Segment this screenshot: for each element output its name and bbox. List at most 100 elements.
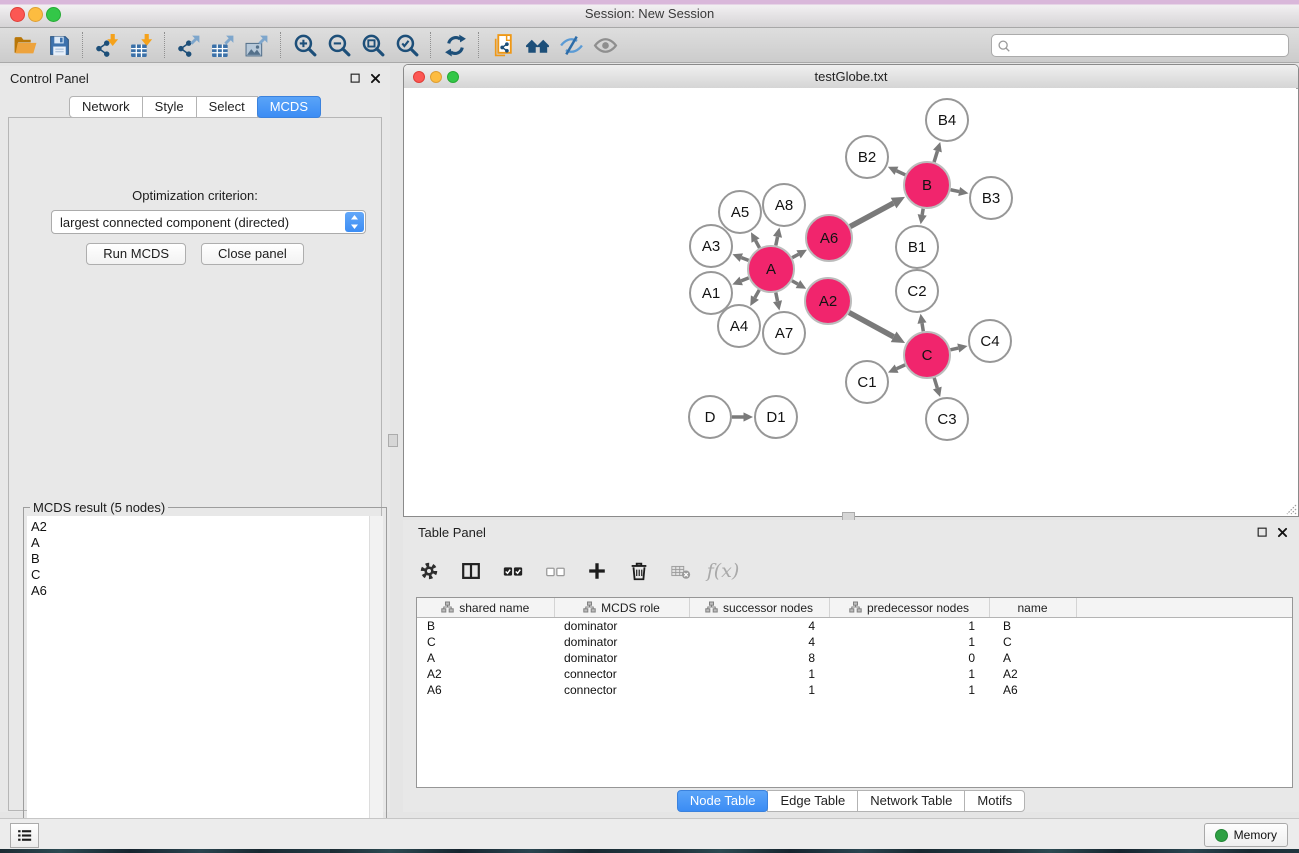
graph-node-A5[interactable]: A5 xyxy=(719,191,761,233)
refresh-layout-button[interactable] xyxy=(438,30,472,60)
export-network-button[interactable] xyxy=(172,30,206,60)
zoom-out-button[interactable] xyxy=(322,30,356,60)
graph-edge-C-C2[interactable] xyxy=(917,314,926,332)
tab-network[interactable]: Network xyxy=(69,96,143,118)
tab-node-table[interactable]: Node Table xyxy=(677,790,769,812)
export-table-button[interactable] xyxy=(206,30,240,60)
show-all-button[interactable] xyxy=(588,30,622,60)
graph-edge-A6-B[interactable] xyxy=(850,197,905,227)
graph-edge-B-B1[interactable] xyxy=(918,209,927,225)
cell-successor-nodes[interactable]: 4 xyxy=(689,634,829,650)
table-row[interactable]: A dominator 8 0 A xyxy=(417,650,1292,666)
list-item[interactable]: B xyxy=(31,551,369,567)
run-mcds-button[interactable]: Run MCDS xyxy=(86,243,186,265)
tab-edge-table[interactable]: Edge Table xyxy=(767,790,858,812)
tab-network-table[interactable]: Network Table xyxy=(857,790,965,812)
table-row[interactable]: A6 connector 1 1 A6 xyxy=(417,682,1292,698)
cell-successor-nodes[interactable]: 4 xyxy=(689,618,829,635)
graph-node-B1[interactable]: B1 xyxy=(896,226,938,268)
close-panel-button[interactable]: Close panel xyxy=(201,243,304,265)
tab-motifs[interactable]: Motifs xyxy=(964,790,1025,812)
column-header-successor-nodes[interactable]: successor nodes xyxy=(689,598,829,618)
column-header-shared-name[interactable]: shared name xyxy=(417,598,554,618)
open-session-button[interactable] xyxy=(8,30,42,60)
graph-edge-A2-C[interactable] xyxy=(849,312,905,343)
graph-node-A1[interactable]: A1 xyxy=(690,272,732,314)
graph-node-D[interactable]: D xyxy=(689,396,731,438)
table-row[interactable]: B dominator 4 1 B xyxy=(417,618,1292,635)
graph-node-D1[interactable]: D1 xyxy=(755,396,797,438)
graph-edge-B-B2[interactable] xyxy=(888,167,905,175)
column-header-name[interactable]: name xyxy=(989,598,1076,618)
float-panel-icon[interactable] xyxy=(349,72,362,85)
hide-selected-button[interactable] xyxy=(554,30,588,60)
graph-edge-A-A5[interactable] xyxy=(751,232,760,248)
criterion-select[interactable]: largest connected component (directed) xyxy=(51,210,366,234)
show-panels-button[interactable] xyxy=(10,823,39,848)
cell-name[interactable]: A6 xyxy=(989,682,1076,698)
graph-edge-C-C3[interactable] xyxy=(933,378,942,397)
memory-button[interactable]: Memory xyxy=(1204,823,1288,847)
show-columns-button[interactable] xyxy=(458,557,484,585)
cell-shared-name[interactable]: C xyxy=(417,634,554,650)
graph-edge-A-A3[interactable] xyxy=(732,253,748,262)
float-panel-icon[interactable] xyxy=(1256,526,1269,539)
search-input[interactable] xyxy=(1011,37,1288,54)
import-network-button[interactable] xyxy=(90,30,124,60)
graph-node-A7[interactable]: A7 xyxy=(763,312,805,354)
cell-name[interactable]: A2 xyxy=(989,666,1076,682)
cell-name[interactable]: B xyxy=(989,618,1076,635)
graph-node-C4[interactable]: C4 xyxy=(969,320,1011,362)
network-window-titlebar[interactable]: testGlobe.txt xyxy=(404,65,1298,89)
home-views-button[interactable] xyxy=(520,30,554,60)
cell-predecessor-nodes[interactable]: 1 xyxy=(829,618,989,635)
graph-node-B[interactable]: B xyxy=(904,162,950,208)
cell-mcds-role[interactable]: dominator xyxy=(554,650,689,666)
cell-shared-name[interactable]: B xyxy=(417,618,554,635)
panel-divider-handle[interactable] xyxy=(388,434,398,447)
table-row[interactable]: A2 connector 1 1 A2 xyxy=(417,666,1292,682)
close-panel-icon[interactable] xyxy=(1276,526,1289,539)
zoom-selected-button[interactable] xyxy=(390,30,424,60)
graph-node-A3[interactable]: A3 xyxy=(690,225,732,267)
list-item[interactable]: A2 xyxy=(31,519,369,535)
cell-successor-nodes[interactable]: 1 xyxy=(689,666,829,682)
cell-predecessor-nodes[interactable]: 0 xyxy=(829,650,989,666)
graph-node-C2[interactable]: C2 xyxy=(896,270,938,312)
graph-edge-C-C1[interactable] xyxy=(888,364,905,372)
table-row[interactable]: C dominator 4 1 C xyxy=(417,634,1292,650)
list-item[interactable]: A xyxy=(31,535,369,551)
graph-edge-A-A8[interactable] xyxy=(773,228,782,246)
graph-edge-C-C4[interactable] xyxy=(950,344,967,353)
close-panel-icon[interactable] xyxy=(369,72,382,85)
delete-column-button[interactable] xyxy=(626,557,652,585)
save-session-button[interactable] xyxy=(42,30,76,60)
graph-edge-A-A4[interactable] xyxy=(750,290,759,306)
graph-node-A2[interactable]: A2 xyxy=(805,278,851,324)
cell-predecessor-nodes[interactable]: 1 xyxy=(829,666,989,682)
graph-edge-A-A7[interactable] xyxy=(773,293,782,311)
tab-select[interactable]: Select xyxy=(196,96,258,118)
cell-mcds-role[interactable]: connector xyxy=(554,666,689,682)
export-image-button[interactable] xyxy=(240,30,274,60)
cell-mcds-role[interactable]: dominator xyxy=(554,618,689,635)
table-options-button[interactable] xyxy=(416,557,442,585)
cell-shared-name[interactable]: A2 xyxy=(417,666,554,682)
list-item[interactable]: C xyxy=(31,567,369,583)
import-table-button[interactable] xyxy=(124,30,158,60)
graph-node-A8[interactable]: A8 xyxy=(763,184,805,226)
graph-node-B2[interactable]: B2 xyxy=(846,136,888,178)
network-canvas[interactable]: AA1A2A3A4A5A6A7A8BB1B2B3B4CC1C2C3C4DD1 xyxy=(404,88,1296,514)
select-all-columns-button[interactable] xyxy=(500,557,526,585)
cell-shared-name[interactable]: A xyxy=(417,650,554,666)
graph-edge-A-A1[interactable] xyxy=(732,277,748,286)
graph-node-A[interactable]: A xyxy=(748,246,794,292)
column-header-predecessor-nodes[interactable]: predecessor nodes xyxy=(829,598,989,618)
cell-mcds-role[interactable]: connector xyxy=(554,682,689,698)
graph-node-A4[interactable]: A4 xyxy=(718,305,760,347)
graph-edge-D-D1[interactable] xyxy=(732,412,753,421)
add-column-button[interactable] xyxy=(584,557,610,585)
zoom-in-button[interactable] xyxy=(288,30,322,60)
cell-mcds-role[interactable]: dominator xyxy=(554,634,689,650)
graph-edge-A-A6[interactable] xyxy=(792,250,807,259)
